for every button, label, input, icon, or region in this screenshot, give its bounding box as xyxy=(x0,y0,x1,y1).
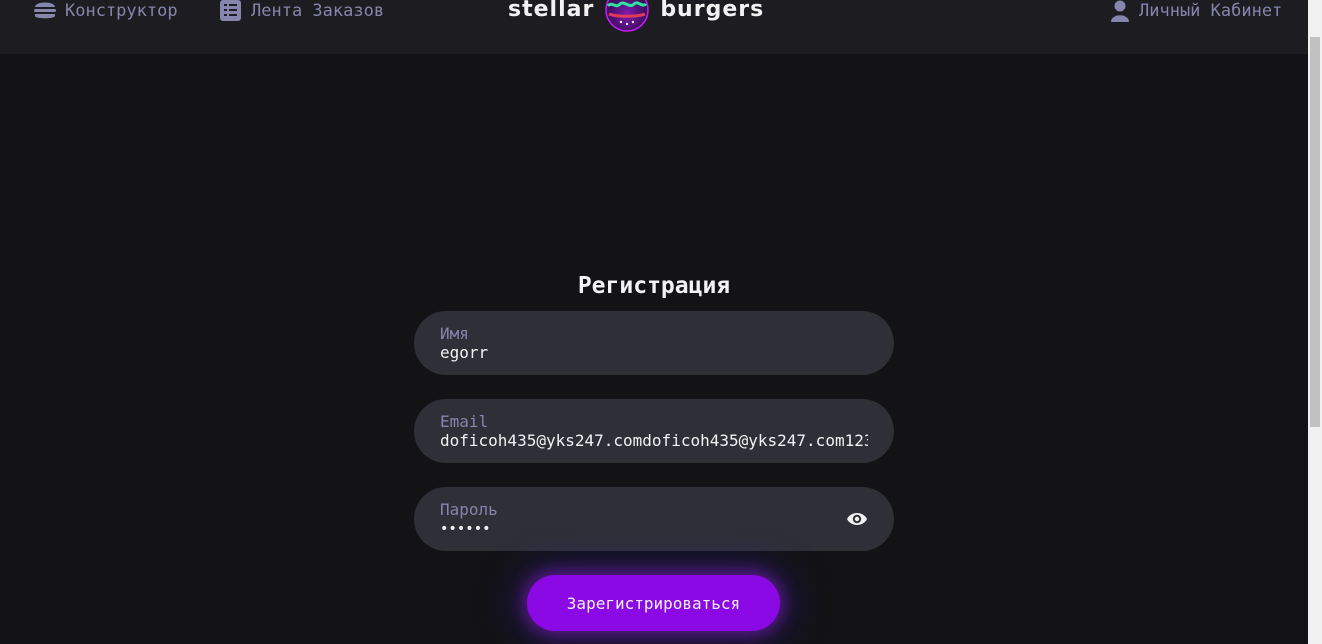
name-input[interactable]: egorr xyxy=(440,343,868,363)
nav-order-feed-label: Лента Заказов xyxy=(251,1,385,21)
password-field-label: Пароль xyxy=(440,500,498,519)
name-field-label: Имя xyxy=(440,324,469,343)
nav-constructor[interactable]: Конструктор xyxy=(33,0,178,22)
logo-text-right: burgers xyxy=(660,0,765,22)
app-header: Конструктор Лента Заказов stellar burger… xyxy=(0,0,1308,54)
nav-personal-account[interactable]: Личный Кабинет xyxy=(1109,0,1282,22)
password-field[interactable]: Пароль •••••• xyxy=(414,487,894,551)
nav-personal-account-label: Личный Кабинет xyxy=(1139,1,1283,21)
email-field-label: Email xyxy=(440,412,489,431)
page-title: Регистрация xyxy=(577,273,731,300)
eye-icon[interactable] xyxy=(846,509,868,529)
email-input[interactable]: doficoh435@yks247.comdoficoh435@yks247.c… xyxy=(440,431,868,451)
burger-icon xyxy=(33,0,57,22)
name-field[interactable]: Имя egorr xyxy=(414,311,894,375)
logo-text-left: stellar xyxy=(508,0,595,22)
logo-emblem-icon xyxy=(602,0,652,36)
nav-constructor-label: Конструктор xyxy=(65,1,178,21)
scrollbar[interactable] xyxy=(1308,0,1322,644)
email-field[interactable]: Email doficoh435@yks247.comdoficoh435@yk… xyxy=(414,399,894,463)
logo[interactable]: stellar burgers xyxy=(508,0,800,32)
register-button-wrap: Зарегистрироваться xyxy=(527,575,780,631)
list-icon xyxy=(219,0,243,22)
profile-icon xyxy=(1109,0,1131,22)
password-input[interactable]: •••••• xyxy=(440,519,868,539)
register-button[interactable]: Зарегистрироваться xyxy=(527,575,780,631)
scrollbar-thumb[interactable] xyxy=(1310,37,1320,427)
page: Конструктор Лента Заказов stellar burger… xyxy=(0,0,1322,644)
nav-order-feed[interactable]: Лента Заказов xyxy=(219,0,384,22)
